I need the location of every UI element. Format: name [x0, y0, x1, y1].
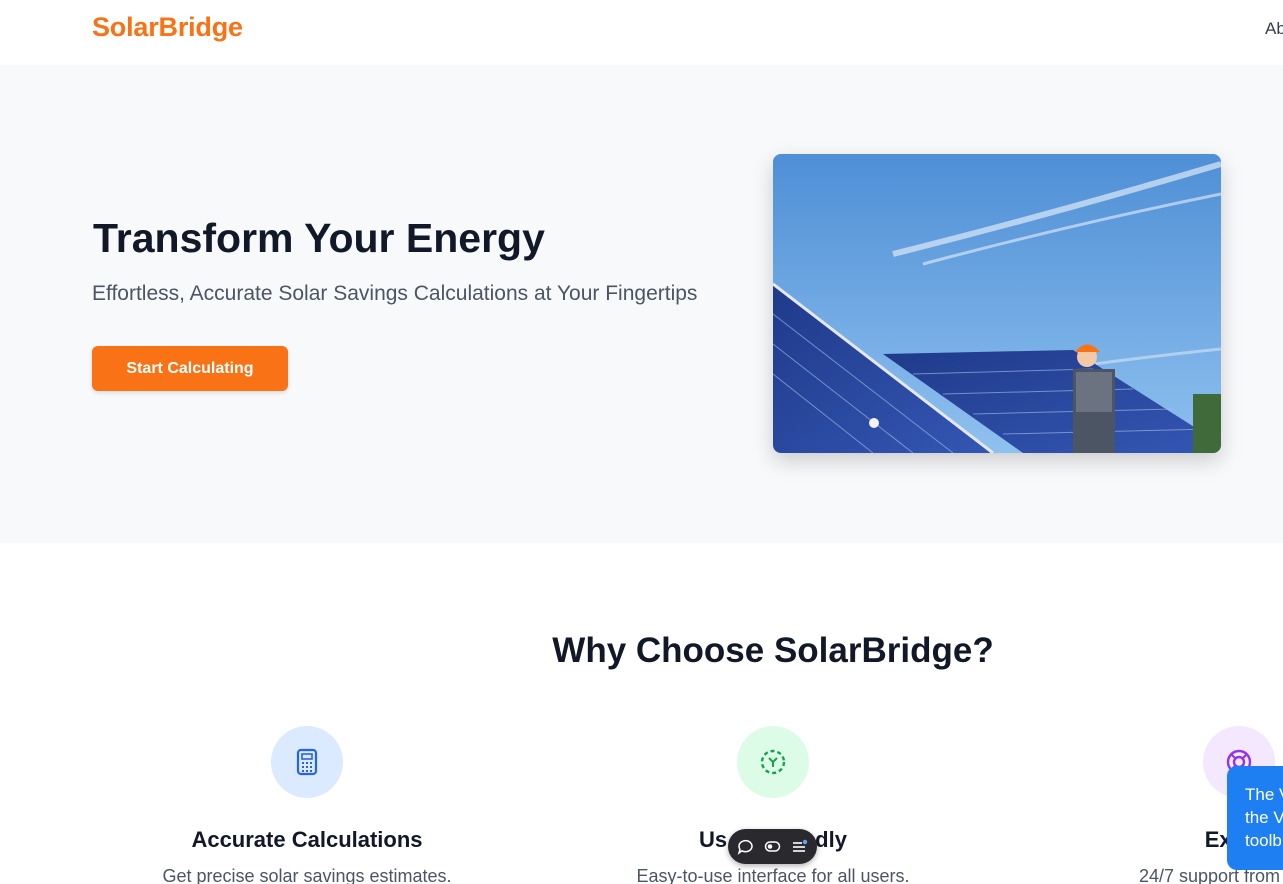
comment-icon[interactable]	[737, 838, 754, 855]
toast-line-3: toolb	[1245, 831, 1282, 850]
hero-subtitle: Effortless, Accurate Solar Savings Calcu…	[92, 282, 698, 305]
feature-title-user-friendly-tail: dly	[815, 827, 847, 852]
top-navigation: SolarBridge Ab	[0, 0, 1283, 65]
toolbar-notification-toast[interactable]: The V the V toolb	[1227, 766, 1283, 870]
dev-toolbar[interactable]	[728, 829, 817, 864]
feature-desc-accurate: Get precise solar savings estimates.	[162, 866, 452, 884]
feature-title-user-friendly-head: Us	[699, 827, 728, 852]
hero-solar-panel-image	[773, 154, 1221, 453]
recycle-icon	[737, 726, 809, 798]
toggle-icon[interactable]	[764, 838, 781, 855]
toast-line-1: The V	[1245, 785, 1283, 804]
feature-desc-user-friendly: Easy-to-use interface for all users.	[636, 866, 910, 884]
hero-section: Transform Your Energy Effortless, Accura…	[0, 65, 1283, 543]
start-calculating-button[interactable]: Start Calculating	[92, 346, 288, 391]
calculator-icon	[271, 726, 343, 798]
why-choose-title: Why Choose SolarBridge?	[552, 631, 994, 670]
menu-icon[interactable]	[791, 838, 808, 855]
toast-line-2: the V	[1245, 808, 1283, 827]
brand-logo[interactable]: SolarBridge	[92, 12, 243, 43]
feature-title-accurate: Accurate Calculations	[191, 827, 423, 852]
hero-title: Transform Your Energy	[93, 215, 545, 261]
nav-link-about[interactable]: Ab	[1265, 19, 1283, 39]
solar-installer-photo	[773, 154, 1221, 453]
